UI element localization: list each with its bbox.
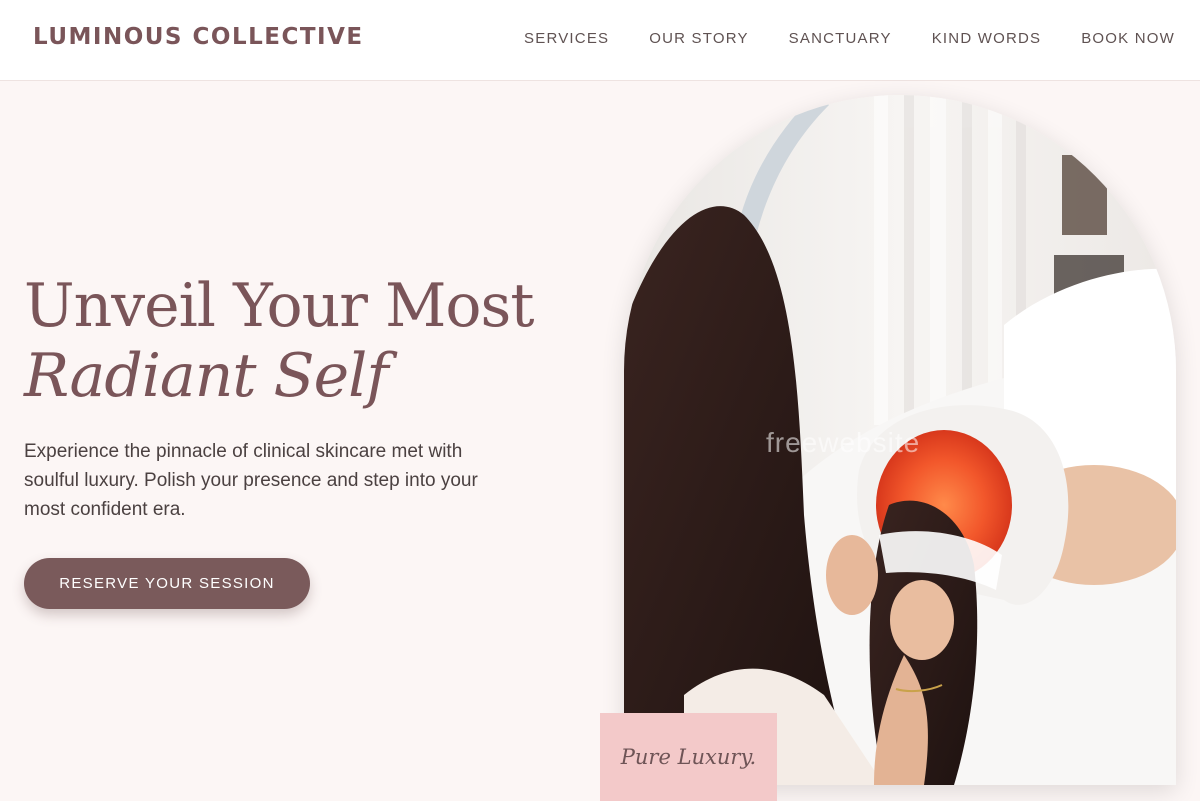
nav-link-our-story[interactable]: OUR STORY [649, 30, 748, 47]
pure-luxury-badge: Pure Luxury. [600, 713, 777, 801]
site-header: LUMINOUS COLLECTIVE SERVICES OUR STORY S… [0, 0, 1200, 81]
hero-section: Unveil Your Most Radiant Self Experience… [0, 81, 1200, 801]
nav-link-services[interactable]: SERVICES [524, 30, 609, 47]
hero-headline-line1: Unveil Your Most [24, 271, 534, 341]
hero-headline-line2: Radiant Self [24, 341, 389, 411]
main-nav: SERVICES OUR STORY SANCTUARY KIND WORDS … [524, 30, 1175, 47]
nav-link-book-now[interactable]: BOOK NOW [1081, 30, 1175, 47]
hero-description: Experience the pinnacle of clinical skin… [24, 441, 478, 520]
hero-headline: Unveil Your Most Radiant Self [24, 271, 534, 411]
reserve-session-button[interactable]: RESERVE YOUR SESSION [24, 558, 310, 609]
image-watermark: freewebsite [766, 427, 921, 458]
nav-link-sanctuary[interactable]: SANCTUARY [789, 30, 892, 47]
nav-link-kind-words[interactable]: KIND WORDS [932, 30, 1042, 47]
brand-logo[interactable]: LUMINOUS COLLECTIVE [33, 24, 364, 50]
hero-image-arch: freewebsite [624, 95, 1176, 785]
